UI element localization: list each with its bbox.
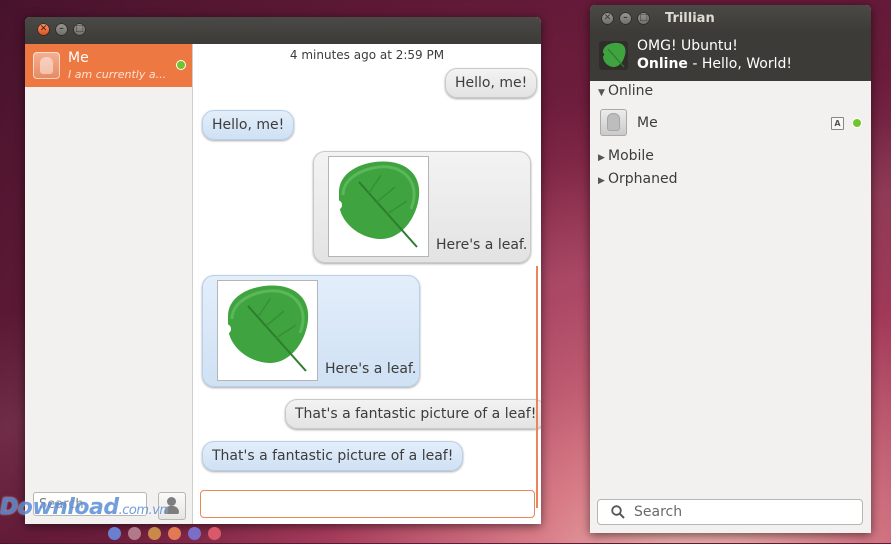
- message-bubble-incoming-image: Here's a leaf.: [202, 275, 420, 387]
- window-title: Trillian: [665, 11, 715, 26]
- leaf-icon: [221, 285, 309, 372]
- watermark-dots: [108, 527, 228, 544]
- status-online-label: Online: [637, 56, 688, 72]
- close-icon[interactable]: ✕: [601, 12, 614, 25]
- contact-name: Me: [68, 50, 89, 66]
- chat-window: ✕ – □ Me I am currently a... Search 4 mi…: [25, 17, 541, 524]
- message-bubble-outgoing: Hello, me!: [445, 68, 538, 98]
- message-bubble-outgoing: That's a fantastic picture of a leaf!: [285, 399, 541, 429]
- chevron-down-icon: ▼: [598, 88, 605, 98]
- leaf-avatar-icon: [599, 41, 628, 70]
- scrollbar[interactable]: [536, 266, 538, 508]
- close-icon[interactable]: ✕: [37, 23, 50, 36]
- message-bubble-incoming: Hello, me!: [202, 110, 295, 140]
- conversation-list: Me I am currently a... Search: [25, 44, 193, 524]
- maximize-icon[interactable]: □: [73, 23, 86, 36]
- trillian-window: ✕ – □ Trillian OMG! Ubuntu! Online - Hel…: [590, 5, 871, 533]
- chevron-right-icon: ▶: [598, 153, 605, 163]
- conversation-pane: 4 minutes ago at 2:59 PM Hello, me! Hell…: [193, 44, 541, 524]
- maximize-icon[interactable]: □: [637, 12, 650, 25]
- leaf-image[interactable]: [217, 280, 318, 381]
- minimize-icon[interactable]: –: [619, 12, 632, 25]
- profile-header[interactable]: OMG! Ubuntu! Online - Hello, World!: [590, 33, 871, 81]
- search-icon: [611, 505, 625, 519]
- message-bubble-incoming: That's a fantastic picture of a leaf!: [202, 441, 464, 471]
- avatar: [600, 109, 627, 136]
- chevron-right-icon: ▶: [598, 176, 605, 186]
- group-label: Orphaned: [608, 171, 678, 187]
- contact-search-input[interactable]: Search: [597, 499, 863, 525]
- trillian-titlebar[interactable]: ✕ – □ Trillian: [590, 5, 871, 33]
- online-status-icon: [177, 61, 185, 69]
- online-status-icon: [853, 119, 861, 127]
- image-caption: Here's a leaf.: [436, 237, 528, 253]
- avatar: [33, 52, 60, 79]
- profile-name: OMG! Ubuntu!: [637, 38, 738, 54]
- image-caption: Here's a leaf.: [325, 361, 417, 377]
- search-placeholder: Search: [634, 504, 683, 520]
- minimize-icon[interactable]: –: [55, 23, 68, 36]
- profile-status[interactable]: Online - Hello, World!: [637, 56, 792, 72]
- contact-item-me[interactable]: Me I am currently a...: [25, 44, 192, 87]
- contact-status-message: I am currently a...: [68, 68, 167, 81]
- message-compose-input[interactable]: [200, 490, 535, 518]
- roster-contact-me[interactable]: Me: [637, 115, 658, 131]
- group-label: Online: [608, 83, 654, 99]
- leaf-icon: [332, 161, 420, 248]
- person-icon: [167, 497, 176, 506]
- im-protocol-icon: A: [831, 117, 844, 130]
- group-orphaned[interactable]: ▶ Orphaned: [598, 171, 678, 187]
- watermark-logo: Download.com.vn: [0, 495, 168, 520]
- group-online[interactable]: ▼ Online: [598, 83, 653, 99]
- group-mobile[interactable]: ▶ Mobile: [598, 148, 654, 164]
- group-label: Mobile: [608, 148, 654, 164]
- chat-titlebar[interactable]: ✕ – □: [25, 17, 541, 44]
- message-timestamp: 4 minutes ago at 2:59 PM: [289, 48, 445, 62]
- leaf-image[interactable]: [328, 156, 429, 257]
- status-message: - Hello, World!: [687, 56, 793, 72]
- message-bubble-outgoing-image: Here's a leaf.: [313, 151, 531, 263]
